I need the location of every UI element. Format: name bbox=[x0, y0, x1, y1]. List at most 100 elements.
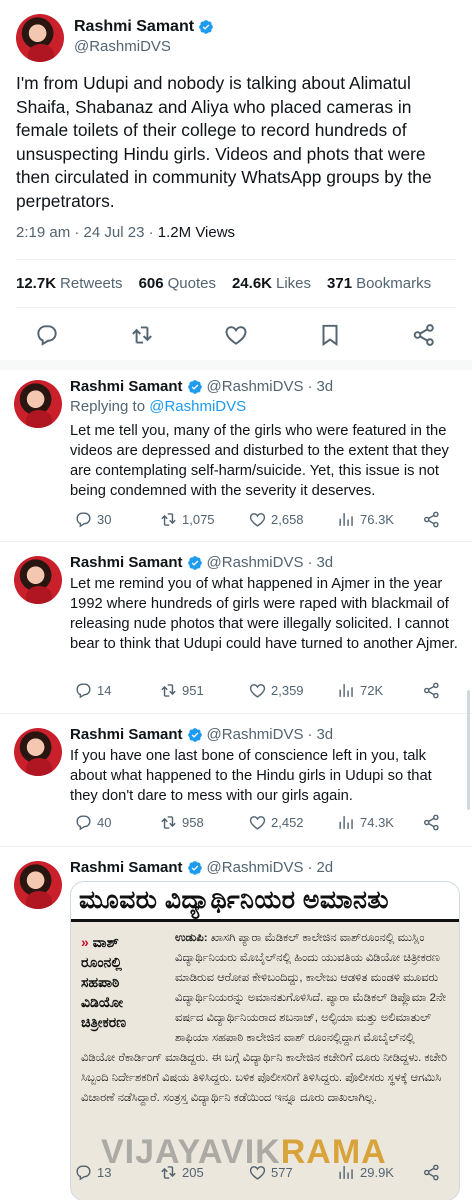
author-name[interactable]: Rashmi Samant bbox=[70, 859, 183, 876]
replying-to-handle[interactable]: @RashmiDVS bbox=[149, 398, 246, 415]
retweet-button[interactable]: 951 bbox=[159, 681, 204, 700]
verified-badge-icon bbox=[187, 727, 202, 742]
scrollbar[interactable] bbox=[467, 690, 470, 810]
share-button[interactable] bbox=[422, 813, 441, 832]
like-count: 2,359 bbox=[271, 683, 304, 698]
tweet-time[interactable]: 2:19 am bbox=[16, 224, 70, 241]
replying-prefix: Replying to bbox=[70, 398, 146, 415]
reply-icon[interactable] bbox=[34, 322, 60, 348]
retweet-icon bbox=[161, 513, 176, 526]
reply-count: 40 bbox=[97, 815, 112, 830]
reply-tweet[interactable]: Rashmi Samant @RashmiDVS · 3d If you hav… bbox=[0, 718, 472, 843]
quotes-stat[interactable]: 606 Quotes bbox=[139, 275, 216, 292]
share-button[interactable] bbox=[422, 681, 441, 700]
like-button[interactable]: 2,658 bbox=[248, 510, 304, 529]
verified-badge-icon bbox=[187, 555, 202, 570]
divider bbox=[16, 259, 456, 260]
views-button[interactable]: 76.3K bbox=[337, 510, 394, 529]
like-icon bbox=[249, 1166, 266, 1180]
avatar[interactable] bbox=[16, 14, 64, 62]
bookmarks-stat[interactable]: 371 Bookmarks bbox=[327, 275, 431, 292]
retweet-button[interactable]: 1,075 bbox=[159, 510, 215, 529]
reply-tweet[interactable]: Rashmi Samant @RashmiDVS · 3d Let me rem… bbox=[0, 546, 472, 711]
avatar[interactable] bbox=[14, 861, 62, 909]
like-icon[interactable] bbox=[223, 322, 249, 348]
reply-tweet[interactable]: Rashmi Samant @RashmiDVS · 3d Replying t… bbox=[0, 370, 472, 540]
reply-icon bbox=[76, 512, 91, 528]
meta-separator: · bbox=[148, 224, 158, 241]
retweet-icon bbox=[161, 1166, 176, 1179]
views-button[interactable]: 72K bbox=[337, 681, 383, 700]
retweet-icon bbox=[161, 816, 176, 829]
reply-button[interactable]: 14 bbox=[74, 681, 111, 700]
reply-text: If you have one last bone of conscience … bbox=[70, 748, 432, 804]
tweet-date[interactable]: 24 Jul 23 bbox=[84, 224, 145, 241]
attached-newspaper-image[interactable]: ಮೂವರು ವಿದ್ಯಾರ್ಥಿನಿಯರ ಅಮಾನತು » ವಾಶ್ ರೂಂನಲ… bbox=[70, 881, 460, 1200]
avatar[interactable] bbox=[14, 728, 62, 776]
author-name[interactable]: Rashmi Samant bbox=[70, 726, 183, 743]
share-icon bbox=[423, 682, 439, 699]
replying-to: Replying to @RashmiDVS bbox=[70, 398, 246, 415]
author-handle[interactable]: @RashmiDVS bbox=[74, 38, 214, 55]
reply-action-bar: 40 958 2,452 74.3K bbox=[70, 813, 450, 835]
share-icon[interactable] bbox=[411, 322, 437, 348]
retweet-button[interactable]: 958 bbox=[159, 813, 204, 832]
author-handle[interactable]: @RashmiDVS bbox=[207, 554, 304, 571]
side-box-line: ಚಿತ್ರೀಕರಣ bbox=[81, 1014, 127, 1030]
dot-separator: · bbox=[307, 378, 313, 395]
author-name[interactable]: Rashmi Samant bbox=[70, 378, 183, 395]
share-button[interactable] bbox=[422, 510, 441, 529]
views-icon bbox=[339, 684, 353, 697]
main-tweet-header: Rashmi Samant @RashmiDVS bbox=[16, 14, 214, 62]
author-handle[interactable]: @RashmiDVS bbox=[207, 378, 304, 395]
name-row: Rashmi Samant bbox=[74, 18, 214, 36]
avatar[interactable] bbox=[14, 556, 62, 604]
reply-header: Rashmi Samant @RashmiDVS · 3d bbox=[70, 378, 333, 395]
tweet-age[interactable]: 3d bbox=[316, 378, 333, 395]
newspaper-side-box: » ವಾಶ್ ರೂಂನಲ್ಲಿ ಸಹಪಾಠಿ ವಿಡಿಯೋ ಚಿತ್ರೀಕರಣ bbox=[81, 932, 167, 1032]
author-handle[interactable]: @RashmiDVS bbox=[207, 859, 304, 876]
tweet-text: I'm from Udupi and nobody is talking abo… bbox=[16, 73, 432, 211]
like-icon bbox=[249, 513, 266, 527]
views-count: 74.3K bbox=[360, 815, 394, 830]
section-gap bbox=[0, 360, 472, 370]
likes-stat[interactable]: 24.6K Likes bbox=[232, 275, 311, 292]
tweet-age[interactable]: 2d bbox=[316, 859, 333, 876]
side-box-line: ವಾಶ್ bbox=[92, 934, 119, 950]
like-icon bbox=[249, 684, 266, 698]
side-box-line: ರೂಂನಲ್ಲಿ bbox=[81, 954, 122, 970]
reply-action-bar: 13 205 577 29.9K bbox=[70, 1163, 450, 1185]
like-button[interactable]: 577 bbox=[248, 1163, 293, 1182]
views-count: 72K bbox=[360, 683, 384, 698]
dot-separator: · bbox=[307, 554, 313, 571]
reply-tweet[interactable]: Rashmi Samant @RashmiDVS · 2d ಮೂವರು ವಿದ್… bbox=[0, 851, 472, 1200]
reply-button[interactable]: 40 bbox=[74, 813, 111, 832]
views-button[interactable]: 29.9K bbox=[337, 1163, 394, 1182]
author-handle[interactable]: @RashmiDVS bbox=[207, 726, 304, 743]
dot-separator: · bbox=[307, 726, 313, 743]
tweet-age[interactable]: 3d bbox=[316, 726, 333, 743]
tweet-age[interactable]: 3d bbox=[316, 554, 333, 571]
retweet-icon[interactable] bbox=[129, 322, 155, 348]
reply-count: 30 bbox=[97, 512, 112, 527]
share-icon bbox=[423, 511, 439, 528]
side-box-line: ವಿಡಿಯೋ bbox=[81, 994, 124, 1010]
author-name[interactable]: Rashmi Samant bbox=[74, 18, 194, 36]
like-button[interactable]: 2,452 bbox=[248, 813, 304, 832]
retweet-count: 1,075 bbox=[182, 512, 215, 527]
bookmark-icon[interactable] bbox=[317, 322, 343, 348]
like-button[interactable]: 2,359 bbox=[248, 681, 304, 700]
avatar[interactable] bbox=[14, 380, 62, 428]
views-icon bbox=[339, 1166, 353, 1179]
reply-count: 13 bbox=[97, 1165, 112, 1180]
reply-button[interactable]: 30 bbox=[74, 510, 111, 529]
reply-button[interactable]: 13 bbox=[74, 1163, 111, 1182]
retweet-button[interactable]: 205 bbox=[159, 1163, 204, 1182]
retweets-stat[interactable]: 12.7K Retweets bbox=[16, 275, 123, 292]
author-name[interactable]: Rashmi Samant bbox=[70, 554, 183, 571]
views-icon bbox=[339, 816, 353, 829]
reply-icon bbox=[76, 683, 91, 699]
views-button[interactable]: 74.3K bbox=[337, 813, 394, 832]
share-button[interactable] bbox=[422, 1163, 441, 1182]
author-block: Rashmi Samant @RashmiDVS bbox=[74, 18, 214, 62]
